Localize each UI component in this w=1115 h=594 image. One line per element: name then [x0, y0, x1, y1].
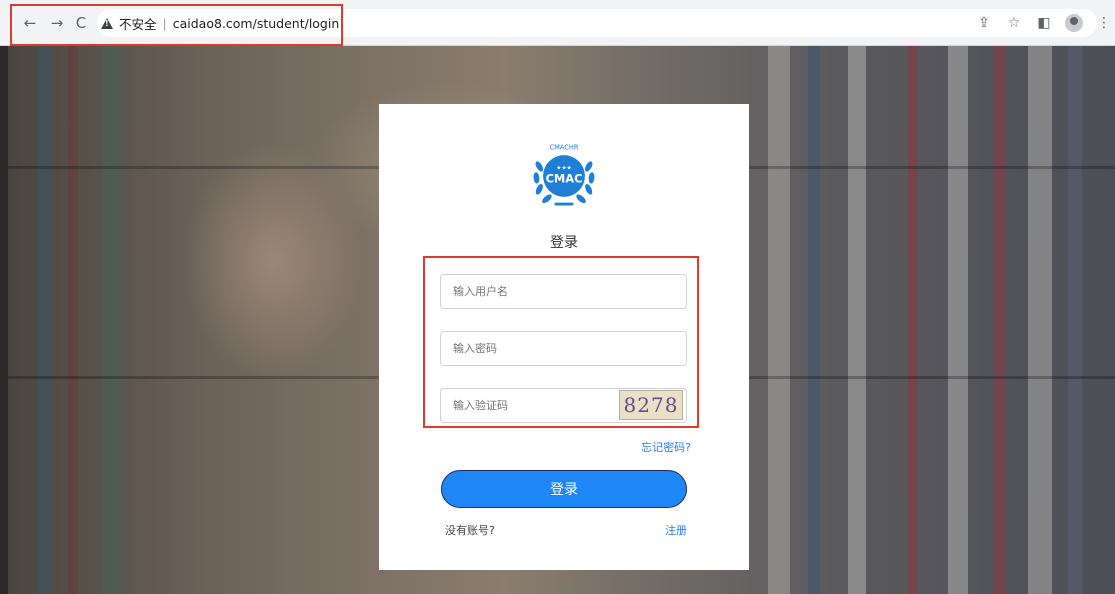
share-icon[interactable]: ⇪ — [973, 12, 995, 34]
bg-book-stripe — [68, 46, 78, 594]
bookmark-star-icon[interactable]: ☆ — [1003, 12, 1025, 34]
bg-book-stripe — [38, 46, 52, 594]
bg-book-stripe — [768, 46, 790, 594]
forgot-password-link[interactable]: 忘记密码? — [641, 439, 691, 455]
login-title: 登录 — [550, 235, 578, 251]
bg-book-stripe — [808, 46, 820, 594]
logo-text: CMAC — [546, 172, 583, 186]
profile-icon[interactable] — [1063, 12, 1085, 34]
logo-arc-text: CMACHR — [549, 143, 578, 151]
bg-book-stripe — [848, 46, 866, 594]
bg-book-stripe — [993, 46, 1005, 594]
login-button[interactable]: 登录 — [441, 470, 687, 508]
menu-kebab-icon[interactable]: ⋮ — [1093, 12, 1115, 34]
bg-book-stripe — [948, 46, 968, 594]
register-link[interactable]: 注册 — [665, 522, 687, 538]
highlight-box-form — [423, 256, 699, 428]
highlight-box-address — [10, 4, 343, 46]
bg-book-stripe — [1028, 46, 1052, 594]
avatar — [1065, 14, 1083, 32]
side-panel-icon[interactable]: ◧ — [1033, 12, 1055, 34]
no-account-text: 没有账号? — [445, 524, 495, 537]
bg-book-stripe — [1068, 46, 1082, 594]
logo-stars: ★★★ — [556, 164, 571, 171]
bg-book-stripe — [908, 46, 918, 594]
cmac-logo: CMACHR ★★★ CMAC — [533, 143, 595, 206]
toolbar-actions: ⇪ ☆ ◧ ⋮ — [965, 12, 1115, 34]
bg-book-stripe — [103, 46, 121, 594]
